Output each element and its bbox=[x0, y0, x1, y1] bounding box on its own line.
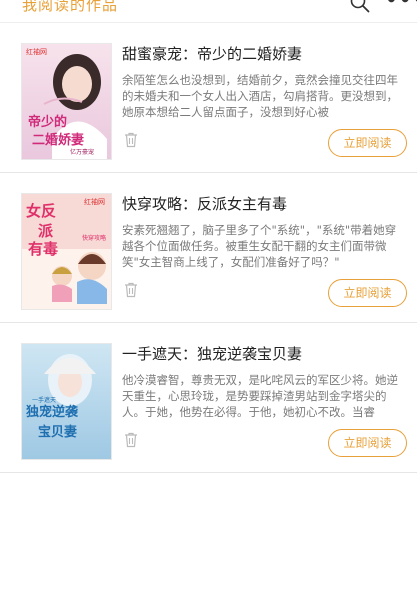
search-icon[interactable] bbox=[349, 0, 371, 14]
book-list: 红袖网 帝少的 二婚娇妻 亿万豪宠 甜蜜豪宠：帝少的二婚娇妻 余陌笙怎么也没想到… bbox=[0, 23, 417, 473]
book-description: 余陌笙怎么也没想到，结婚前夕，竟然会撞见交往四年的未婚夫和一个女人出入酒店，勾肩… bbox=[122, 73, 398, 119]
book-item[interactable]: 独宠逆袭 宝贝妻 一手遮天 一手遮天：独宠逆袭宝贝妻 他冷漠睿智，尊贵无双，是叱… bbox=[0, 323, 417, 473]
cover-subtitle: 一手遮天 bbox=[32, 396, 56, 404]
book-title[interactable]: 一手遮天：独宠逆袭宝贝妻 bbox=[122, 343, 407, 364]
book-description: 安素死翘翘了，脑子里多了个"系统"，"系统"带着她穿越各个位面做任务。被重生女配… bbox=[122, 223, 397, 269]
book-cover[interactable]: 独宠逆袭 宝贝妻 一手遮天 bbox=[21, 343, 112, 460]
trash-icon[interactable] bbox=[123, 431, 139, 448]
cover-art-2: 红袖网 女反 派 有毒 快穿攻略 bbox=[22, 194, 111, 309]
read-now-button[interactable]: 立即阅读 bbox=[328, 129, 407, 157]
trash-icon[interactable] bbox=[123, 281, 139, 298]
book-item[interactable]: 红袖网 帝少的 二婚娇妻 亿万豪宠 甜蜜豪宠：帝少的二婚娇妻 余陌笙怎么也没想到… bbox=[0, 23, 417, 173]
book-cover[interactable]: 红袖网 帝少的 二婚娇妻 亿万豪宠 bbox=[21, 43, 112, 160]
more-icon[interactable]: ••• bbox=[385, 0, 417, 14]
read-now-button[interactable]: 立即阅读 bbox=[328, 429, 407, 457]
trash-icon[interactable] bbox=[123, 131, 139, 148]
read-now-button[interactable]: 立即阅读 bbox=[328, 279, 407, 307]
book-title[interactable]: 快穿攻略：反派女主有毒 bbox=[122, 193, 407, 214]
book-title[interactable]: 甜蜜豪宠：帝少的二婚娇妻 bbox=[122, 43, 407, 64]
cover-publisher: 红袖网 bbox=[26, 47, 47, 56]
cover-publisher: 红袖网 bbox=[84, 197, 105, 206]
book-cover[interactable]: 红袖网 女反 派 有毒 快穿攻略 bbox=[21, 193, 112, 310]
cover-subtitle: 快穿攻略 bbox=[82, 234, 106, 242]
cover-subtitle: 亿万豪宠 bbox=[70, 148, 94, 156]
app-header: 我阅读的作品 ••• bbox=[0, 0, 417, 22]
page-title: 我阅读的作品 bbox=[22, 0, 119, 14]
book-description: 他冷漠睿智，尊贵无双，是叱咤风云的军区少将。她逆天重生，心思玲珑，是势要踩掉渣男… bbox=[122, 373, 398, 419]
book-item[interactable]: 红袖网 女反 派 有毒 快穿攻略 快穿攻略：反派女主有毒 安素死翘翘了，脑子里多… bbox=[0, 173, 417, 323]
cover-art-1: 红袖网 帝少的 二婚娇妻 亿万豪宠 bbox=[22, 44, 111, 159]
cover-art-3: 独宠逆袭 宝贝妻 一手遮天 bbox=[22, 344, 111, 459]
